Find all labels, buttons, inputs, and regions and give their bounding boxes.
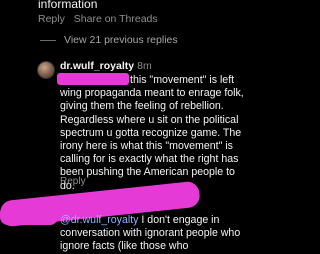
comment-actions: Reply Share on Threads	[38, 13, 164, 25]
comment-body: this "movement" is left wing propaganda …	[60, 74, 244, 192]
timestamp: 8m	[137, 60, 152, 72]
share-on-threads-button[interactable]: Share on Threads	[74, 13, 158, 25]
username-link[interactable]: dr.wulf_royalty	[60, 60, 134, 72]
redaction-mark	[0, 205, 58, 225]
view-previous-replies-button[interactable]: View 21 previous replies	[40, 34, 178, 46]
view-replies-label: View 21 previous replies	[64, 34, 178, 46]
redaction-mark	[57, 73, 129, 85]
mention-link[interactable]: @dr.wulf_royalty	[60, 214, 138, 226]
reply-comment-body: @dr.wulf_royalty I don't engage in conve…	[60, 214, 246, 254]
reply-button[interactable]: Reply	[60, 176, 86, 187]
divider-line	[40, 39, 56, 41]
reply-button[interactable]: Reply	[38, 13, 65, 25]
comment-header: dr.wulf_royalty 8m	[60, 60, 152, 72]
avatar[interactable]	[37, 61, 55, 79]
previous-comment-text: information	[38, 0, 98, 11]
